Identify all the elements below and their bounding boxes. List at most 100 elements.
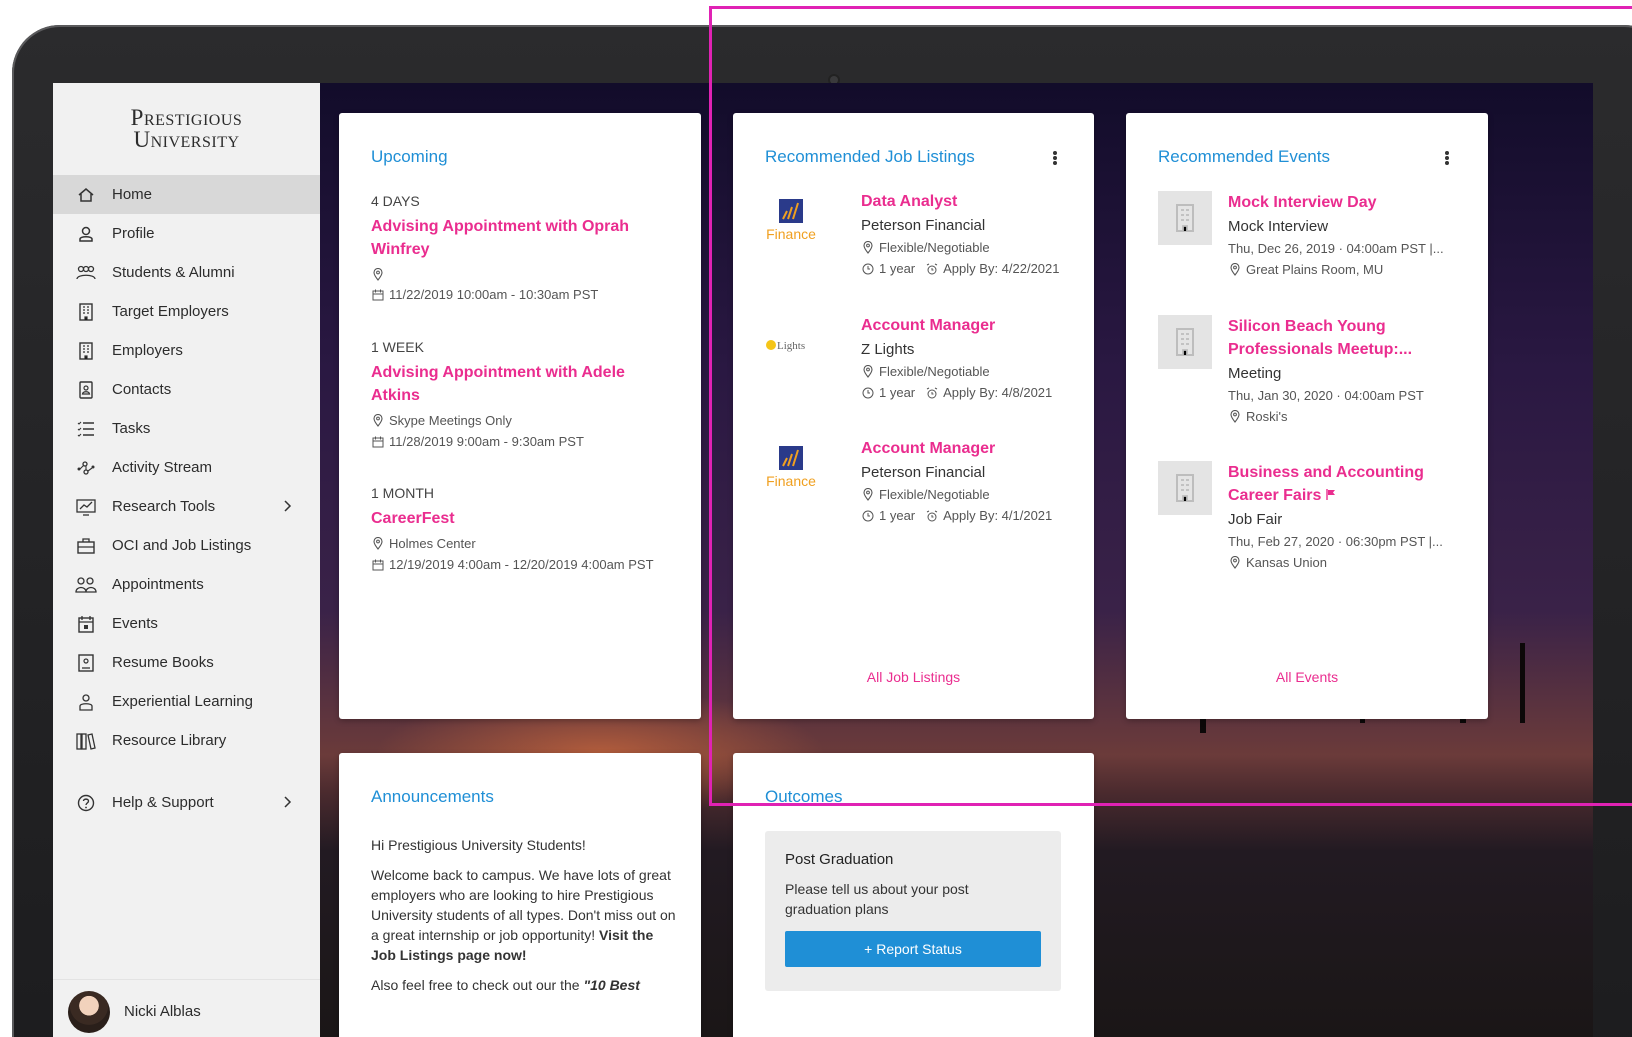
more-options-icon[interactable] [1444,149,1450,167]
chevron-right-icon[interactable] [278,793,296,811]
company-logo: Lights [761,321,821,365]
job-title-link[interactable]: Account Manager [861,317,1101,335]
sidebar-item-home[interactable]: Home [53,175,320,214]
sidebar-item-activity-stream[interactable]: Activity Stream [53,448,320,487]
svg-text:Lights: Lights [777,340,805,352]
help-icon [75,792,97,814]
sidebar-item-label: Research Tools [112,498,216,515]
checklist-icon [75,418,97,440]
sidebar-nav: Home Profile Students & Alumni Target Em… [53,175,320,822]
announcement-greeting: Hi Prestigious University Students! [371,837,586,853]
upcoming-title-link[interactable]: Advising Appointment with Oprah Winfrey [371,215,671,261]
clock-icon [861,509,875,523]
user-icon [75,223,97,245]
upcoming-title-link[interactable]: CareerFest [371,507,671,530]
sidebar-item-events[interactable]: Events [53,604,320,643]
job-title-link[interactable]: Data Analyst [861,193,1101,211]
outcomes-card: Outcomes Post Graduation Please tell us … [733,753,1094,1037]
building-icon [1158,191,1212,245]
job-apply-by: Apply By: 4/8/2021 [943,385,1053,400]
sidebar-item-contacts[interactable]: Contacts [53,370,320,409]
clock-icon [861,262,875,276]
calendar-icon [75,613,97,635]
upcoming-datetime: 11/28/2019 9:00am - 9:30am PST [389,434,584,449]
sidebar-item-label: Resume Books [112,654,214,671]
card-title: Outcomes [765,787,843,806]
upcoming-card: Upcoming 4 DAYS Advising Appointment wit… [339,113,701,719]
sidebar-item-label: Students & Alumni [112,264,235,281]
card-title: Upcoming [371,147,448,166]
sidebar-item-label: Employers [112,342,183,359]
briefcase-icon [75,535,97,557]
company-name: Peterson Financial [861,464,986,481]
building-icon [75,301,97,323]
alarm-clock-icon [925,262,939,276]
all-events-link[interactable]: All Events [1126,669,1488,685]
location-pin-icon [371,414,385,428]
user-profile[interactable]: Nicki Alblas [53,979,320,1037]
building-icon [1158,461,1212,515]
event-datetime: Thu, Dec 26, 2019 · 04:00am PST |... [1228,241,1444,256]
sidebar-item-label: Target Employers [112,303,229,320]
chevron-right-icon[interactable] [278,497,296,515]
event-location: Great Plains Room, MU [1246,262,1384,277]
sidebar-item-help-support[interactable]: Help & Support [53,783,320,822]
book-icon [75,652,97,674]
sidebar-item-label: Home [112,186,153,203]
calendar-icon [371,558,385,572]
event-title-link[interactable]: Mock Interview Day [1228,191,1463,214]
event-location: Roski's [1246,409,1288,424]
all-job-listings-link[interactable]: All Job Listings [733,669,1094,685]
location-pin-icon [1228,263,1242,277]
company-name: Peterson Financial [861,217,986,234]
sidebar-item-profile[interactable]: Profile [53,214,320,253]
activity-icon [75,457,97,479]
location-pin-icon [861,488,875,502]
upcoming-when: 1 MONTH [371,485,434,501]
card-title: Recommended Job Listings [765,147,975,166]
sidebar-item-students-alumni[interactable]: Students & Alumni [53,253,320,292]
events-card: Recommended Events Mock Interview Day Mo… [1126,113,1488,719]
sidebar: Prestigious University Home Profile Stud… [53,83,320,1037]
sidebar-item-oci-job-listings[interactable]: OCI and Job Listings [53,526,320,565]
company-logo: Finance [761,444,821,489]
calendar-icon [371,288,385,302]
job-title-link[interactable]: Account Manager [861,440,1101,458]
svg-text:Finance: Finance [766,473,816,489]
library-icon [75,730,97,752]
event-datetime: Thu, Feb 27, 2020 · 06:30pm PST |... [1228,534,1443,549]
event-location: Kansas Union [1246,555,1327,570]
sidebar-item-target-employers[interactable]: Target Employers [53,292,320,331]
report-status-button[interactable]: + Report Status [785,931,1041,967]
alarm-clock-icon [925,386,939,400]
contact-card-icon [75,379,97,401]
sidebar-item-employers[interactable]: Employers [53,331,320,370]
upcoming-item: 4 DAYS Advising Appointment with Oprah W… [371,193,671,302]
sidebar-item-label: Experiential Learning [112,693,253,710]
sidebar-item-label: Appointments [112,576,204,593]
university-logo[interactable]: Prestigious University [53,106,320,151]
post-graduation-panel: Post Graduation Please tell us about you… [765,831,1061,991]
upcoming-datetime: 12/19/2019 4:00am - 12/20/2019 4:00am PS… [389,557,654,572]
upcoming-title-link[interactable]: Advising Appointment with Adele Atkins [371,361,671,407]
job-location: Flexible/Negotiable [879,364,990,379]
avatar[interactable] [68,990,110,1033]
job-duration: 1 year [879,385,916,400]
sidebar-item-experiential-learning[interactable]: Experiential Learning [53,682,320,721]
upcoming-datetime: 11/22/2019 10:00am - 10:30am PST [389,287,599,302]
sidebar-item-label: Tasks [112,420,151,437]
event-title-link[interactable]: Silicon Beach Young Professionals Meetup… [1228,315,1463,361]
announcement-cta: "10 Best [583,977,640,993]
upcoming-when: 1 WEEK [371,339,424,355]
location-pin-icon [371,537,385,551]
sidebar-item-tasks[interactable]: Tasks [53,409,320,448]
learning-icon [75,691,97,713]
announcement-text: Also feel free to check out our the [371,977,580,993]
sidebar-item-resource-library[interactable]: Resource Library [53,721,320,760]
sidebar-item-resume-books[interactable]: Resume Books [53,643,320,682]
sidebar-item-research-tools[interactable]: Research Tools [53,487,320,526]
sidebar-item-appointments[interactable]: Appointments [53,565,320,604]
location-pin-icon [861,241,875,255]
card-title: Recommended Events [1158,147,1330,166]
more-options-icon[interactable] [1052,149,1058,167]
